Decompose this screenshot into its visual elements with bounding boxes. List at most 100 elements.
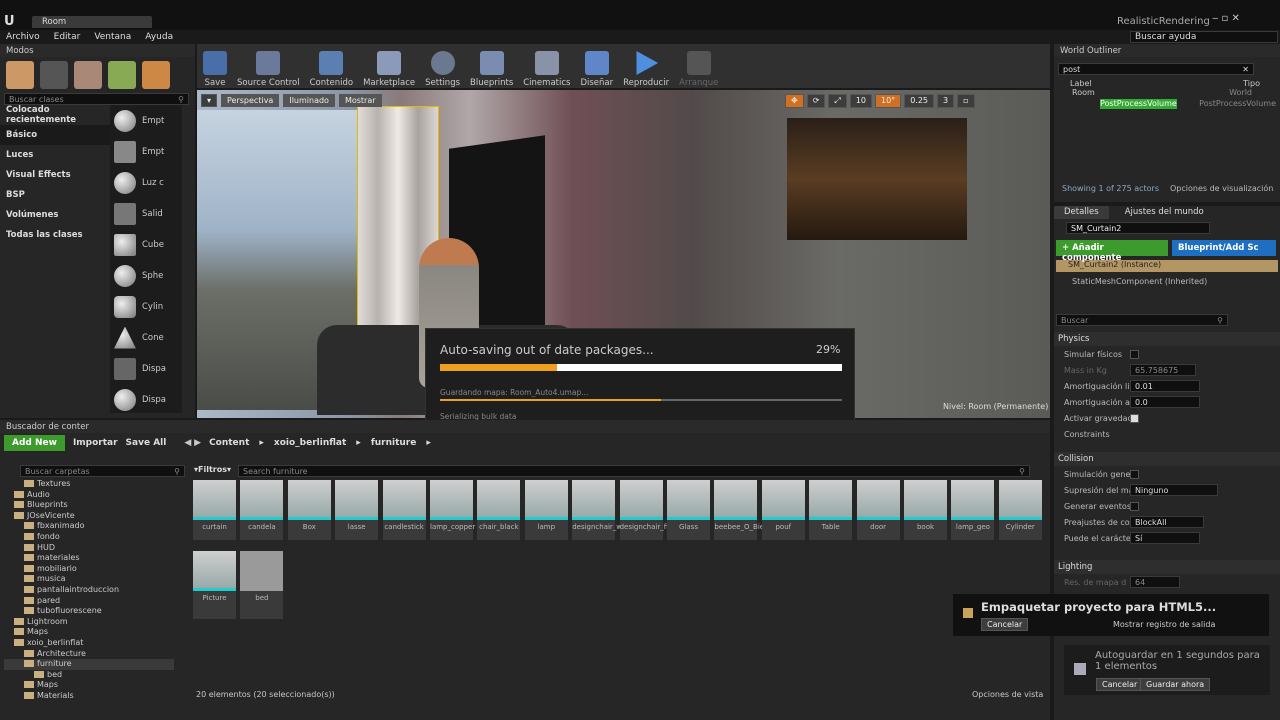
asset-tile[interactable]: Box bbox=[287, 480, 331, 540]
outliner-search-input[interactable]: post ✕ bbox=[1058, 63, 1254, 75]
checkbox-checked[interactable] bbox=[1130, 413, 1139, 423]
place-mode-icon[interactable] bbox=[6, 61, 34, 89]
folder-tree-item[interactable]: tubofluorescene bbox=[4, 606, 174, 617]
camera-speed-value[interactable]: 3 bbox=[937, 94, 955, 108]
property-row[interactable]: Mass in Kg 65.758675 bbox=[1054, 362, 1280, 378]
folder-tree-item[interactable]: Textures bbox=[4, 479, 174, 490]
folder-tree-item[interactable]: musica bbox=[4, 574, 174, 585]
actor-item[interactable]: Empt bbox=[110, 105, 182, 136]
folder-tree-item[interactable]: furniture bbox=[4, 659, 174, 670]
asset-tile[interactable]: lasse bbox=[335, 480, 379, 540]
move-tool-icon[interactable]: ✥ bbox=[785, 94, 804, 108]
menu-archivo[interactable]: Archivo bbox=[6, 32, 40, 42]
settings-button[interactable]: Settings bbox=[425, 44, 460, 88]
view-options-button[interactable]: Opciones de vista bbox=[972, 690, 1043, 699]
landscape-mode-icon[interactable] bbox=[74, 61, 102, 89]
build-button[interactable]: Diseñar bbox=[580, 44, 613, 88]
actor-item[interactable]: Salid bbox=[110, 198, 182, 229]
folder-tree-item[interactable]: Audio bbox=[4, 490, 174, 501]
folder-tree-item[interactable]: JOseVicente bbox=[4, 511, 174, 522]
asset-tile[interactable]: candela bbox=[240, 480, 284, 540]
rotation-snap-value[interactable]: 10° bbox=[875, 94, 902, 108]
outliner-row[interactable]: PostProcessVolume PostProcessVolume bbox=[1054, 98, 1280, 110]
level-tab[interactable]: Room bbox=[32, 16, 152, 28]
asset-tile[interactable]: candlestick bbox=[382, 480, 426, 540]
asset-tile[interactable]: Glass bbox=[667, 480, 710, 540]
outliner-row[interactable]: Room World bbox=[1054, 88, 1280, 99]
scale-tool-icon[interactable]: ⤢ bbox=[828, 94, 847, 108]
perspective-button[interactable]: Perspectiva bbox=[221, 94, 280, 107]
physics-section[interactable]: Physics bbox=[1054, 332, 1280, 346]
cinematics-button[interactable]: Cinematics bbox=[523, 44, 570, 88]
menu-editar[interactable]: Editar bbox=[54, 32, 81, 42]
category-all[interactable]: Todas las clases bbox=[0, 225, 110, 245]
launch-button[interactable]: Arranque bbox=[679, 44, 718, 88]
clear-search-icon[interactable]: ✕ bbox=[1242, 65, 1249, 74]
folder-tree-item[interactable]: pantallaintroduccion bbox=[4, 585, 174, 596]
asset-tile[interactable]: lamp_copper bbox=[430, 480, 475, 540]
asset-search-input[interactable]: Search furniture ⚲ bbox=[238, 465, 1030, 477]
breadcrumb-item[interactable]: xoio_berlinflat bbox=[274, 438, 346, 448]
add-new-button[interactable]: Add New bbox=[4, 435, 65, 451]
actor-item[interactable]: Cube bbox=[110, 229, 182, 260]
actor-item[interactable]: Cone bbox=[110, 322, 182, 353]
property-row[interactable]: Simulación genera bbox=[1054, 466, 1280, 482]
marketplace-button[interactable]: Marketplace bbox=[363, 44, 415, 88]
paint-mode-icon[interactable] bbox=[40, 61, 68, 89]
folder-tree-item[interactable]: pared bbox=[4, 596, 174, 607]
property-row[interactable]: Generar eventos de bbox=[1054, 498, 1280, 514]
save-button[interactable]: Save bbox=[203, 44, 227, 88]
asset-tile[interactable]: lamp_geo bbox=[951, 480, 995, 540]
actor-item[interactable]: Luz c bbox=[110, 167, 182, 198]
checkbox[interactable] bbox=[1130, 349, 1139, 359]
actor-item[interactable]: Sphe bbox=[110, 260, 182, 291]
folder-tree-item[interactable]: Materials bbox=[4, 691, 174, 702]
grid-snap-value[interactable]: 10 bbox=[849, 94, 872, 108]
show-button[interactable]: Mostrar bbox=[338, 94, 382, 107]
geometry-mode-icon[interactable] bbox=[142, 61, 170, 89]
category-bsp[interactable]: BSP bbox=[0, 185, 110, 205]
property-row[interactable]: Amortiguación line0.01 bbox=[1054, 378, 1280, 394]
category-basic[interactable]: Básico bbox=[0, 125, 110, 145]
property-row[interactable]: Res. de mapa d 64 bbox=[1054, 574, 1280, 590]
save-now-button[interactable]: Guardar ahora bbox=[1140, 678, 1211, 691]
property-row[interactable]: Simular físicos bbox=[1054, 346, 1280, 362]
tab-details[interactable]: Detalles bbox=[1054, 206, 1109, 219]
property-row[interactable]: Amortiguación ang0.0 bbox=[1054, 394, 1280, 410]
instance-row[interactable]: SM_Curtain2 (Instance) bbox=[1056, 260, 1278, 272]
actor-item[interactable]: Empt bbox=[110, 136, 182, 167]
component-row[interactable]: StaticMeshComponent (Inherited) bbox=[1072, 277, 1278, 286]
help-search-input[interactable]: Buscar ayuda bbox=[1130, 31, 1278, 43]
content-button[interactable]: Contenido bbox=[310, 44, 353, 88]
actor-item[interactable]: Dispa bbox=[110, 353, 182, 384]
class-search-input[interactable]: Buscar clases ⚲ bbox=[4, 93, 189, 105]
property-row[interactable]: Constraints bbox=[1054, 426, 1280, 442]
folder-search-input[interactable]: Buscar carpetas ⚲ bbox=[20, 465, 185, 477]
checkbox[interactable] bbox=[1130, 501, 1139, 511]
add-component-button[interactable]: + Añadir componente bbox=[1056, 240, 1168, 263]
folder-tree-item[interactable]: bed bbox=[4, 670, 174, 681]
folder-tree-item[interactable]: Maps bbox=[4, 680, 174, 691]
window-controls[interactable]: ‒ ▫ ✕ bbox=[1212, 13, 1240, 24]
unreal-logo-icon[interactable]: U bbox=[4, 14, 15, 29]
asset-tile[interactable]: designchair_woodmetal bbox=[572, 480, 655, 540]
category-volumes[interactable]: Volúmenes bbox=[0, 205, 110, 225]
filters-button[interactable]: ▾Filtros▾ bbox=[194, 465, 231, 474]
folder-tree-item[interactable]: mobiliario bbox=[4, 564, 174, 575]
lit-button[interactable]: Iluminado bbox=[283, 94, 335, 107]
asset-tile[interactable]: lamp bbox=[524, 480, 568, 540]
source-control-button[interactable]: Source Control bbox=[237, 44, 300, 88]
blueprints-button[interactable]: Blueprints bbox=[470, 44, 513, 88]
actor-item[interactable]: Cylin bbox=[110, 291, 182, 322]
folder-tree-item[interactable]: Lightroom bbox=[4, 617, 174, 628]
breadcrumb-item[interactable]: Content bbox=[209, 438, 249, 448]
menu-ayuda[interactable]: Ayuda bbox=[145, 32, 173, 42]
folder-tree-item[interactable]: Architecture bbox=[4, 649, 174, 660]
property-row[interactable]: Puede el carácter pSí bbox=[1054, 530, 1280, 546]
maximize-icon[interactable]: ▫ bbox=[957, 94, 975, 108]
import-button[interactable]: Importar bbox=[73, 438, 118, 448]
asset-tile[interactable]: book bbox=[904, 480, 947, 540]
collision-section[interactable]: Collision bbox=[1054, 452, 1280, 466]
property-row[interactable]: Activar gravedad bbox=[1054, 410, 1280, 426]
back-icon[interactable]: ◀ ▶ bbox=[184, 438, 201, 448]
